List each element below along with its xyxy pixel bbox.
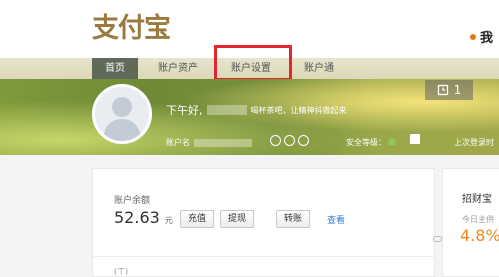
avatar[interactable] xyxy=(92,84,152,144)
security-value: 高 xyxy=(388,138,396,147)
id-verify-icon[interactable] xyxy=(270,135,281,146)
nav-home[interactable]: 首页 xyxy=(92,58,138,79)
nav-account-tong[interactable]: 账户通 xyxy=(296,58,342,79)
alarm-count: 1 xyxy=(453,83,462,97)
dot-icon xyxy=(470,33,476,40)
greeting: 下午好, 喝杯茶吧，让精神抖擞起来 xyxy=(166,102,347,118)
account-name: 账户名 xyxy=(166,137,252,148)
phone-icon[interactable] xyxy=(298,135,309,146)
account-name-label: 账户名 xyxy=(166,138,190,147)
transfer-button[interactable]: 转账 xyxy=(276,210,310,228)
language-label: 我 xyxy=(480,31,494,46)
language-selector[interactable]: 我 xyxy=(470,27,493,46)
last-login: 上次登录时 xyxy=(454,138,494,147)
blurred-username xyxy=(206,105,247,115)
security-label: 安全等级： xyxy=(346,138,386,147)
zhaocai-rate: 4.8% xyxy=(460,226,499,245)
user-silhouette-icon xyxy=(103,97,141,141)
alarm-notification[interactable]: 1 xyxy=(425,80,473,100)
greeting-text: 下午好, xyxy=(166,104,203,117)
greeting-subtext: 喝杯茶吧，让精神抖擞起来 xyxy=(250,105,347,115)
alipay-logo[interactable]: 支付宝 xyxy=(92,8,171,44)
withdraw-button[interactable]: 提现 xyxy=(220,210,254,228)
balance-amount: 52.63 元 xyxy=(114,208,173,227)
logo-text: 支付宝 xyxy=(92,12,171,44)
zhaocai-subtitle: 今日主供 xyxy=(462,215,494,224)
cert-icon[interactable] xyxy=(284,135,295,146)
balance-number: 52.63 xyxy=(114,208,160,227)
balance-label: 账户余额 xyxy=(114,196,151,206)
security-level: 安全等级：高 xyxy=(346,137,396,148)
alarm-clock-icon xyxy=(437,84,448,96)
chat-icon[interactable] xyxy=(433,236,442,242)
view-link[interactable]: 查看 xyxy=(327,213,345,226)
balance-unit: 元 xyxy=(164,216,173,225)
verification-badges xyxy=(270,135,309,146)
recharge-button[interactable]: 充值 xyxy=(180,210,214,228)
alipay-page: 支付宝 我 首页 账户资产 账户设置 账户通 下午好, 喝杯茶吧，让精神抖擞起来… xyxy=(0,0,499,277)
bottom-section-label: (ㄒ) xyxy=(114,267,129,276)
divider xyxy=(92,256,435,257)
security-info-icon[interactable] xyxy=(410,134,420,144)
blurred-account xyxy=(194,138,252,147)
nav-account-assets[interactable]: 账户资产 xyxy=(150,58,206,79)
highlight-annotation-box xyxy=(214,45,292,81)
zhaocai-title[interactable]: 招财宝 xyxy=(462,190,492,205)
